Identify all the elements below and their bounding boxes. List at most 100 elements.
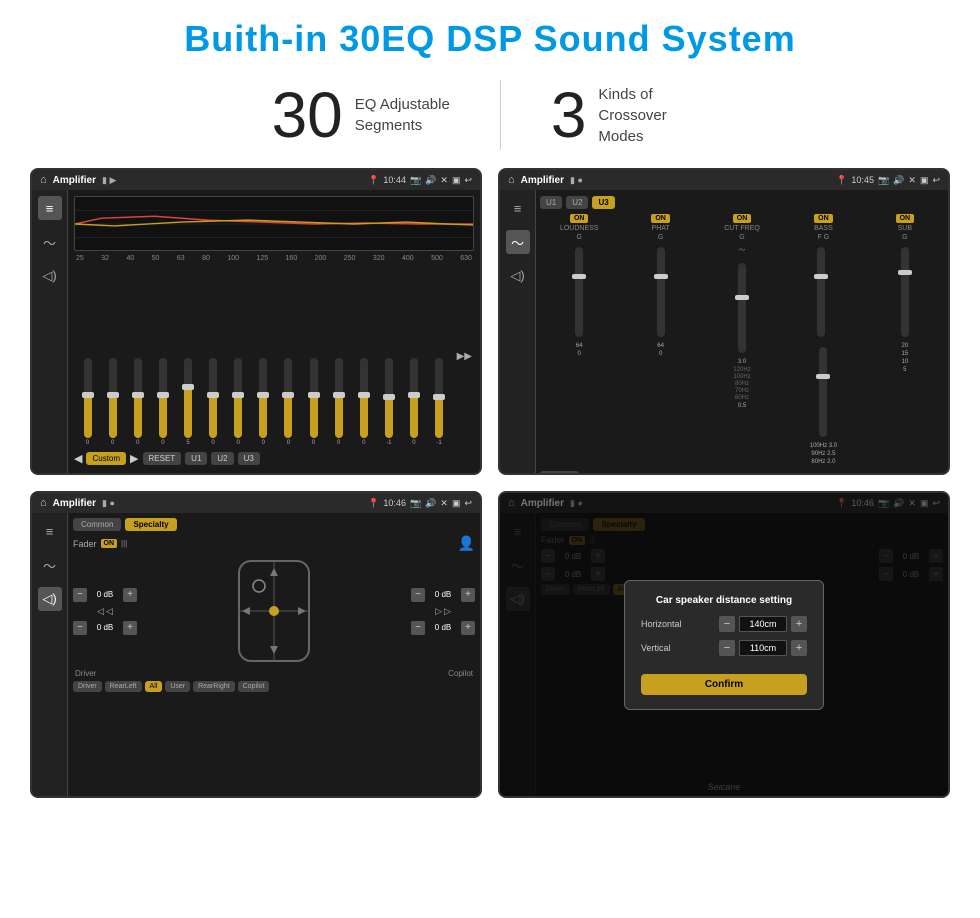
time-spec: 10:46 <box>383 498 406 508</box>
common-tab[interactable]: Common <box>73 518 121 531</box>
fader-label: Fader <box>73 539 97 549</box>
all-btn[interactable]: All <box>145 681 163 692</box>
eq-prev-btn[interactable]: ◀ <box>74 452 82 465</box>
home-icon-eq[interactable]: ⌂ <box>40 174 47 186</box>
phat-slider[interactable] <box>657 247 665 337</box>
bass-slider-f[interactable] <box>817 247 825 337</box>
vertical-plus-btn[interactable]: + <box>791 640 807 656</box>
volume-icon-eq: 🔊 <box>425 175 436 186</box>
vertical-minus-btn[interactable]: − <box>719 640 735 656</box>
eq-slider-7[interactable]: 0 <box>227 358 250 446</box>
back-icon-eq[interactable]: ↩ <box>464 175 472 186</box>
eq-slider-8[interactable]: 0 <box>252 358 275 446</box>
record-icon-cross: ▮ ● <box>570 175 583 186</box>
vertical-label: Vertical <box>641 643 671 653</box>
db-minus-rr[interactable]: − <box>411 621 425 635</box>
cross-sidebar-speaker[interactable]: ◁) <box>506 264 530 288</box>
horizontal-minus-btn[interactable]: − <box>719 616 735 632</box>
db-val-rl: 0 dB <box>90 623 120 632</box>
bottom-btns: Driver RearLeft All User RearRight Copil… <box>73 681 475 692</box>
spec-sidebar-speaker[interactable]: ◁) <box>38 587 62 611</box>
home-icon-cross[interactable]: ⌂ <box>508 174 515 186</box>
eq-scroll-arrows[interactable]: ▶▶ <box>455 266 474 446</box>
db-plus-fl[interactable]: + <box>123 588 137 602</box>
db-minus-fl[interactable]: − <box>73 588 87 602</box>
db-minus-rl[interactable]: − <box>73 621 87 635</box>
driver-btn[interactable]: Driver <box>73 681 102 692</box>
horizontal-plus-btn[interactable]: + <box>791 616 807 632</box>
mode-tabs: Common Specialty <box>73 518 475 531</box>
close-icon-spec: ✕ <box>440 498 448 509</box>
eq-sidebar-equalizer[interactable]: ≡ <box>38 196 62 220</box>
user-btn[interactable]: User <box>165 681 190 692</box>
sub-slider[interactable] <box>901 247 909 337</box>
crossover-label: Kinds ofCrossover Modes <box>598 84 708 147</box>
rearleft-btn[interactable]: RearLeft <box>105 681 142 692</box>
cutfreq-on[interactable]: ON <box>733 214 752 223</box>
bass-fg: F G <box>818 234 830 241</box>
cross-reset-btn[interactable]: RESET <box>540 471 579 473</box>
fader-on-badge[interactable]: ON <box>101 539 118 548</box>
db-plus-rr[interactable]: + <box>461 621 475 635</box>
sub-on[interactable]: ON <box>896 214 915 223</box>
eq-sidebar-wave[interactable]: 〜 <box>38 230 62 254</box>
loudness-on[interactable]: ON <box>570 214 589 223</box>
eq-sidebar-speaker[interactable]: ◁) <box>38 264 62 288</box>
eq-slider-14[interactable]: 0 <box>402 358 425 446</box>
preset-u1-btn[interactable]: U1 <box>540 196 562 209</box>
spec-sidebar-wave[interactable]: 〜 <box>38 553 62 577</box>
db-plus-rl[interactable]: + <box>123 621 137 635</box>
eq-slider-15[interactable]: -1 <box>428 358 451 446</box>
eq-freq-labels: 2532405063 80100125160200 25032040050063… <box>74 255 474 262</box>
back-icon-cross[interactable]: ↩ <box>932 175 940 186</box>
speaker-icon-fl2: ◁ <box>106 606 113 617</box>
eq-slider-4[interactable]: 0 <box>151 358 174 446</box>
eq-reset-btn[interactable]: RESET <box>143 452 182 465</box>
eq-slider-13[interactable]: -1 <box>377 358 400 446</box>
dialog-box: Car speaker distance setting Horizontal … <box>624 580 824 710</box>
bass-on[interactable]: ON <box>814 214 833 223</box>
rearright-btn[interactable]: RearRight <box>193 681 235 692</box>
dialog-row-vertical: Vertical − 110cm + <box>641 640 807 656</box>
dialog-title: Car speaker distance setting <box>641 595 807 606</box>
cross-sidebar-wave[interactable]: 〜 <box>506 230 530 254</box>
cross-sidebar-eq[interactable]: ≡ <box>506 196 530 220</box>
back-icon-spec[interactable]: ↩ <box>464 498 472 509</box>
home-icon-spec[interactable]: ⌂ <box>40 497 47 509</box>
eq-u1-btn[interactable]: U1 <box>185 452 207 465</box>
eq-slider-1[interactable]: 0 <box>76 358 99 446</box>
eq-slider-9[interactable]: 0 <box>277 358 300 446</box>
specialty-tab[interactable]: Specialty <box>125 518 176 531</box>
screen-eq: ⌂ Amplifier ▮ ▶ 📍 10:44 📷 🔊 ✕ ▣ ↩ ≡ 〜 ◁) <box>30 168 482 475</box>
preset-u2-btn[interactable]: U2 <box>566 196 588 209</box>
cross-sidebar: ≡ 〜 ◁) <box>500 190 536 473</box>
phat-on[interactable]: ON <box>651 214 670 223</box>
db-minus-fr[interactable]: − <box>411 588 425 602</box>
horizontal-input-group: − 140cm + <box>719 616 807 632</box>
eq-u2-btn[interactable]: U2 <box>211 452 233 465</box>
preset-u3-btn[interactable]: U3 <box>592 196 614 209</box>
time-cross: 10:45 <box>851 175 874 185</box>
app-name-cross: Amplifier <box>521 175 564 186</box>
eq-slider-12[interactable]: 0 <box>352 358 375 446</box>
close-icon-cross: ✕ <box>908 175 916 186</box>
eq-slider-2[interactable]: 0 <box>101 358 124 446</box>
eq-u3-btn[interactable]: U3 <box>238 452 260 465</box>
loudness-slider[interactable] <box>575 247 583 337</box>
eq-slider-11[interactable]: 0 <box>327 358 350 446</box>
cutfreq-slider[interactable] <box>738 263 746 353</box>
db-val-fr: 0 dB <box>428 590 458 599</box>
eq-slider-3[interactable]: 0 <box>126 358 149 446</box>
bass-slider-g[interactable] <box>819 347 827 437</box>
eq-custom-btn[interactable]: Custom <box>86 452 126 465</box>
copilot-btn[interactable]: Copilot <box>238 681 270 692</box>
confirm-button[interactable]: Confirm <box>641 674 807 695</box>
eq-slider-5[interactable]: 5 <box>176 358 199 446</box>
speaker-icon-fr: ▷ <box>435 606 442 617</box>
phat-g: G <box>658 234 663 241</box>
spec-sidebar-eq[interactable]: ≡ <box>38 519 62 543</box>
eq-slider-10[interactable]: 0 <box>302 358 325 446</box>
eq-slider-6[interactable]: 0 <box>202 358 225 446</box>
eq-play-btn[interactable]: ▶ <box>130 452 138 465</box>
db-plus-fr[interactable]: + <box>461 588 475 602</box>
